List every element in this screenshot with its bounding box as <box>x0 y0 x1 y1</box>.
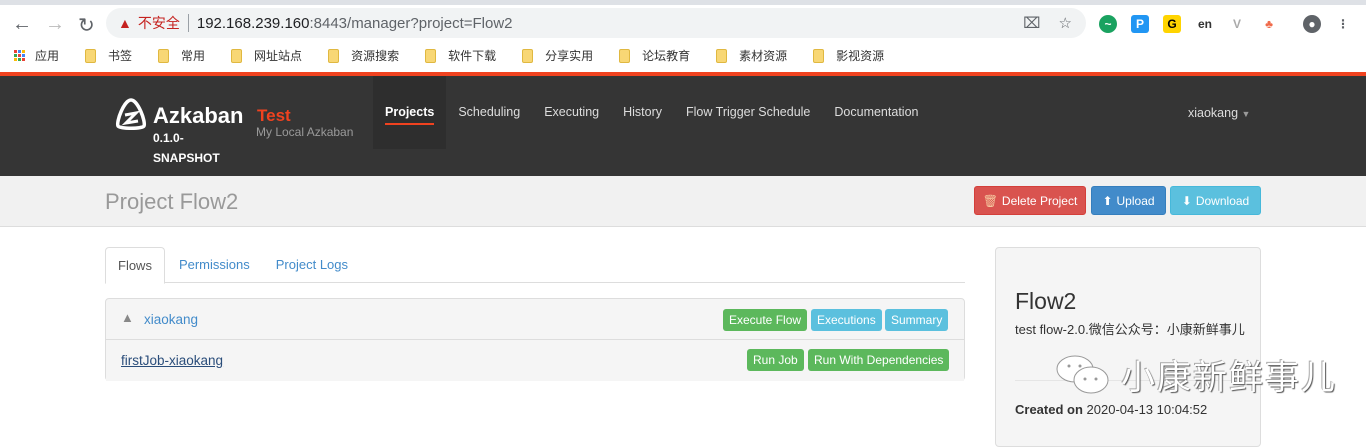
tab-flows[interactable]: Flows <box>105 247 165 284</box>
flow-panel: ▲ xiaokang Execute Flow Executions Summa… <box>105 298 965 381</box>
user-menu[interactable]: xiaokang ▼ <box>1188 106 1250 120</box>
profile-icon[interactable]: ● <box>1303 15 1321 33</box>
reload-icon[interactable]: ↻ <box>78 13 95 38</box>
translate-icon[interactable]: ⌧ <box>1023 14 1040 32</box>
folder-icon <box>716 48 728 63</box>
flow-name-link[interactable]: xiaokang <box>144 312 198 327</box>
nav-executing[interactable]: Executing <box>532 76 611 149</box>
bookmarks-bar: 应用 书签 常用 网址站点 资源搜索 软件下载 分享实用 论坛教育 素材资源 影… <box>0 39 1366 72</box>
extension-g-icon[interactable]: G <box>1163 15 1181 33</box>
star-icon[interactable]: ☆ <box>1059 14 1072 32</box>
bookmark-folder[interactable]: 书签 <box>85 47 132 64</box>
folder-icon <box>619 48 631 63</box>
job-row: firstJob-xiaokang Run Job Run With Depen… <box>106 340 964 381</box>
bookmark-folder[interactable]: 论坛教育 <box>619 47 690 64</box>
page-header: Project Flow2 🗑 Delete Project ⬆ Upload ⬇ D… <box>0 176 1366 227</box>
brand-name[interactable]: Azkaban <box>153 103 243 129</box>
flow-info-panel: Flow2 test flow-2.0.微信公众号：小康新鲜事儿 Created… <box>995 247 1261 447</box>
azkaban-logo-icon[interactable] <box>114 98 148 130</box>
extension-green-icon[interactable]: ~ <box>1099 15 1117 33</box>
chevron-up-icon[interactable]: ▲ <box>121 310 134 325</box>
delete-project-button[interactable]: 🗑 Delete Project <box>974 186 1086 215</box>
watermark: 小康新鲜事儿 <box>1055 350 1337 399</box>
folder-icon <box>328 48 340 63</box>
divider <box>187 14 189 32</box>
run-with-dependencies-button[interactable]: Run With Dependencies <box>808 349 950 371</box>
bookmark-folder[interactable]: 软件下载 <box>425 47 496 64</box>
download-icon: ⬇ <box>1181 193 1192 208</box>
executions-button[interactable]: Executions <box>811 309 882 331</box>
folder-icon <box>813 48 825 63</box>
extension-translate-icon[interactable]: en <box>1196 15 1214 33</box>
caret-down-icon: ▼ <box>1241 109 1251 119</box>
nav-documentation[interactable]: Documentation <box>822 76 930 149</box>
address-bar[interactable]: ▲ 不安全 192.168.239.160:8443/manager?proje… <box>106 8 1086 38</box>
back-icon[interactable]: ← <box>12 13 32 36</box>
apps-icon <box>14 50 25 61</box>
bookmark-folder[interactable]: 分享实用 <box>522 47 593 64</box>
folder-icon <box>522 48 534 63</box>
folder-icon <box>85 48 97 63</box>
upload-button[interactable]: ⬆ Upload <box>1091 186 1166 215</box>
bookmark-folder[interactable]: 资源搜索 <box>328 47 399 64</box>
nav-projects[interactable]: Projects <box>373 76 447 149</box>
flow-title: Flow2 <box>1015 288 1077 314</box>
trash-icon: 🗑 <box>982 193 998 208</box>
bookmark-apps[interactable]: 应用 <box>14 47 59 64</box>
nav-flow-trigger-schedule[interactable]: Flow Trigger Schedule <box>674 76 822 149</box>
nav-scheduling[interactable]: Scheduling <box>446 76 532 149</box>
execute-flow-button[interactable]: Execute Flow <box>723 309 808 331</box>
folder-icon <box>158 48 170 63</box>
job-link[interactable]: firstJob-xiaokang <box>121 353 223 368</box>
forward-icon[interactable]: → <box>45 13 65 36</box>
tab-permissions[interactable]: Permissions <box>167 247 262 282</box>
bookmark-folder[interactable]: 常用 <box>158 47 205 64</box>
extension-tree-icon[interactable]: ♣ <box>1260 15 1278 33</box>
folder-icon <box>231 48 243 63</box>
download-button[interactable]: ⬇ Download <box>1170 186 1261 215</box>
extension-p-icon[interactable]: P <box>1131 15 1149 33</box>
version: 0.1.0- SNAPSHOT <box>153 131 220 165</box>
env-name: Test <box>257 106 291 125</box>
upload-icon: ⬆ <box>1102 193 1113 208</box>
bookmark-folder[interactable]: 影视资源 <box>813 47 884 64</box>
created-on: Created on 2020-04-13 10:04:52 <box>1015 402 1208 417</box>
url-text: 192.168.239.160:8443/manager?project=Flo… <box>196 14 513 32</box>
flow-description: test flow-2.0.微信公众号：小康新鲜事儿 <box>1015 322 1245 337</box>
folder-icon <box>425 48 437 63</box>
security-label[interactable]: 不安全 <box>138 13 180 33</box>
menu-icon[interactable]: ⋮ <box>1334 15 1352 33</box>
tab-project-logs[interactable]: Project Logs <box>264 247 360 282</box>
page-title: Project Flow2 <box>105 189 239 214</box>
warning-icon: ▲ <box>118 15 132 31</box>
bookmark-folder[interactable]: 网址站点 <box>231 47 302 64</box>
flow-header-row: ▲ xiaokang Execute Flow Executions Summa… <box>106 299 964 340</box>
summary-button[interactable]: Summary <box>885 309 949 331</box>
env-description: My Local Azkaban <box>256 125 354 139</box>
top-navbar: Azkaban 0.1.0- SNAPSHOT Test My Local Azk… <box>0 76 1366 176</box>
run-job-button[interactable]: Run Job <box>747 349 804 371</box>
bookmark-folder[interactable]: 素材资源 <box>716 47 787 64</box>
browser-toolbar: ← → ↻ ▲ 不安全 192.168.239.160:8443/manager… <box>0 5 1366 39</box>
extension-v-icon[interactable]: V <box>1228 15 1246 33</box>
nav-history[interactable]: History <box>611 76 674 149</box>
project-tabs: Flows Permissions Project Logs <box>105 247 965 284</box>
wechat-icon <box>1056 355 1109 393</box>
